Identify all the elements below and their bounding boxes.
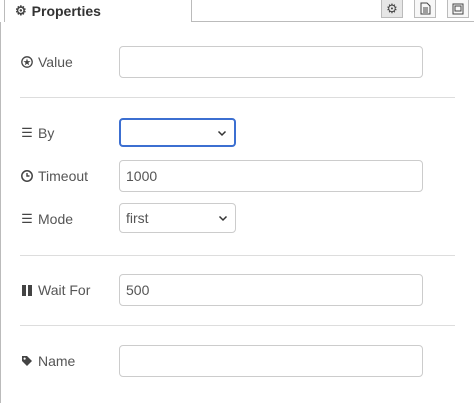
document-icon	[420, 2, 430, 15]
clock-icon	[20, 170, 34, 182]
appearance-icon	[452, 3, 464, 14]
name-row: Name	[20, 345, 430, 377]
name-label: Name	[20, 345, 75, 377]
wait-for-label: Wait For	[20, 274, 90, 306]
by-row: ☰ By	[20, 117, 430, 149]
wait-for-row: Wait For 500	[20, 274, 430, 306]
gear-icon: ⚙	[386, 0, 398, 16]
pause-icon	[20, 284, 34, 296]
gear-icon: ⚙	[15, 3, 27, 18]
chevron-down-icon	[218, 215, 228, 222]
divider	[20, 325, 455, 326]
appearance-tab-button[interactable]	[447, 0, 469, 18]
value-input[interactable]	[119, 46, 423, 78]
description-tab-button[interactable]	[414, 0, 436, 18]
list-icon: ☰	[21, 125, 33, 140]
value-row: Value	[20, 46, 430, 78]
list-icon: ☰	[21, 211, 33, 226]
settings-tab-button[interactable]: ⚙	[381, 0, 403, 18]
tab-properties[interactable]: ⚙ Properties	[4, 0, 192, 22]
divider	[20, 97, 455, 98]
by-select[interactable]	[119, 118, 236, 147]
timeout-label: Timeout	[20, 160, 88, 192]
tab-properties-label: Properties	[31, 3, 101, 19]
value-label: Value	[20, 46, 73, 78]
properties-panel: Value ☰ By Timeout 1000 ☰ Mode first Wai…	[0, 22, 474, 403]
mode-label: ☰ Mode	[21, 211, 74, 227]
mode-row: ☰ Mode first	[20, 203, 430, 235]
mode-select[interactable]: first	[119, 203, 236, 233]
circle-star-icon	[20, 56, 34, 68]
tag-icon	[20, 355, 34, 367]
name-input[interactable]	[119, 345, 423, 377]
by-label: ☰ By	[21, 125, 55, 141]
timeout-row: Timeout 1000	[20, 160, 430, 192]
chevron-down-icon	[217, 130, 227, 136]
tab-bar: ⚙ Properties ⚙	[0, 0, 474, 22]
timeout-input[interactable]: 1000	[119, 160, 423, 192]
wait-for-input[interactable]: 500	[119, 274, 423, 306]
divider	[20, 255, 455, 256]
